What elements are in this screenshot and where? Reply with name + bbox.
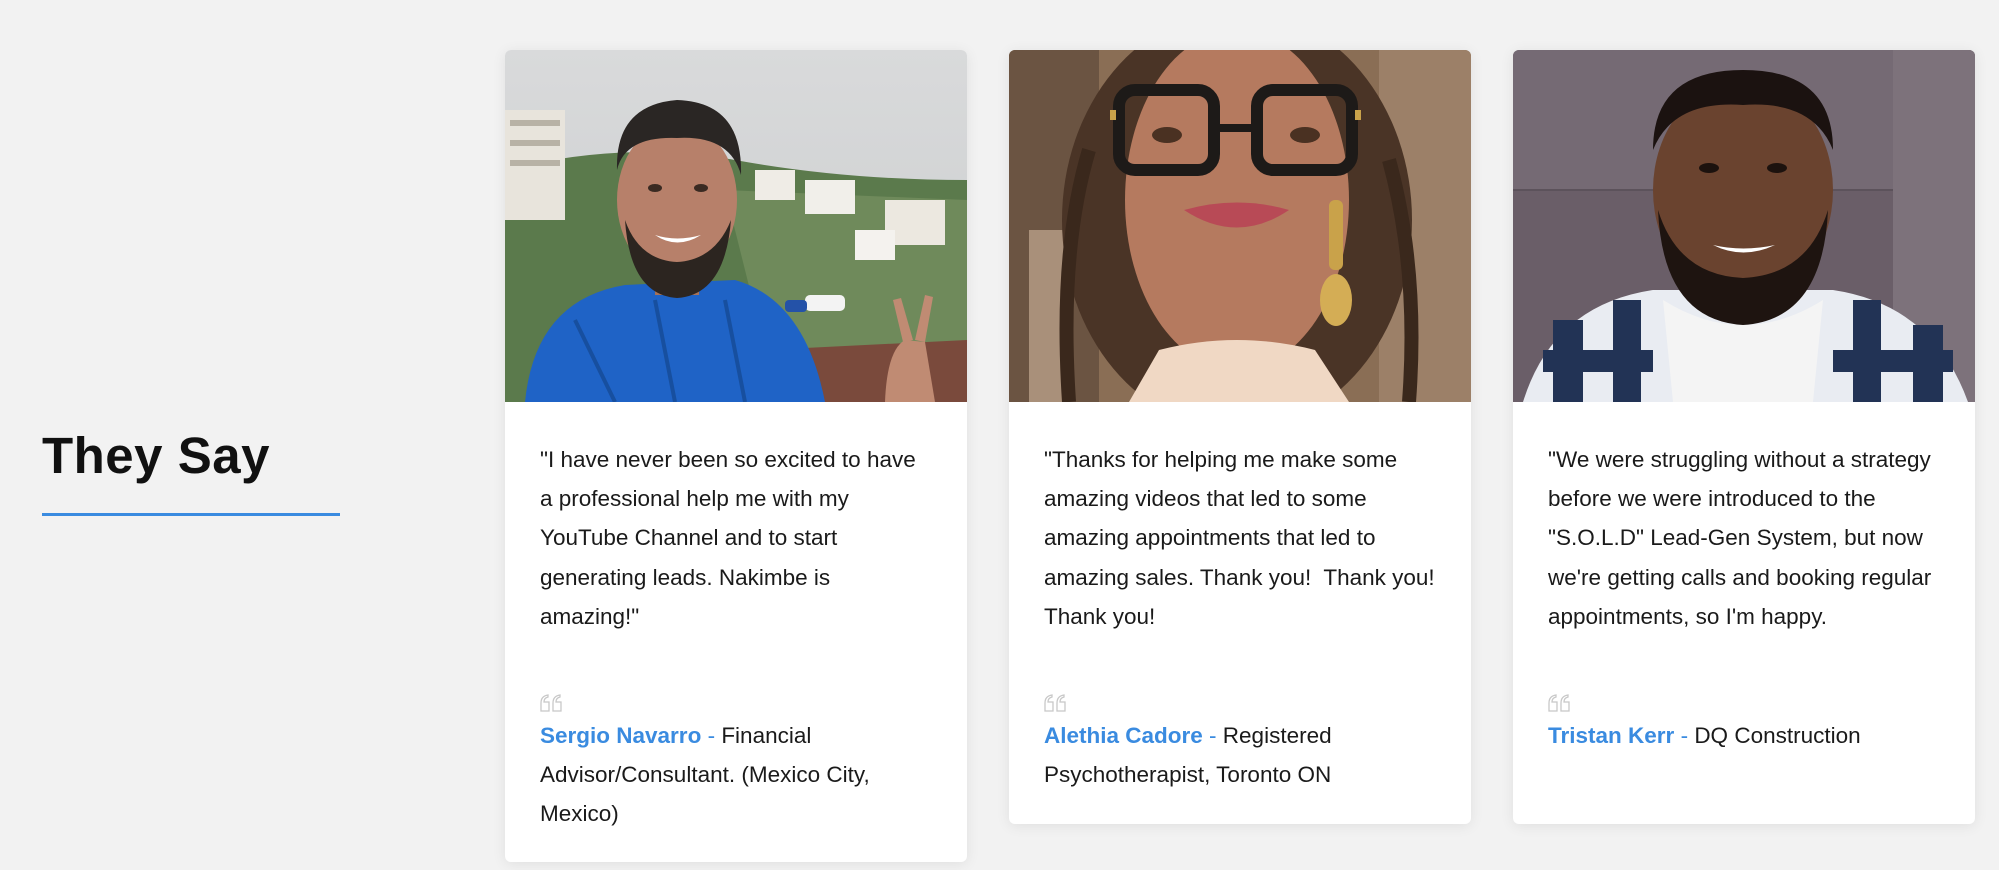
person-photo-icon — [1009, 50, 1471, 402]
testimonial-attribution: Sergio Navarro - Financial Advisor/Consu… — [540, 716, 933, 834]
testimonial-attribution: Alethia Cadore - Registered Psychotherap… — [1044, 716, 1437, 794]
quote-mark-icon — [1548, 694, 1570, 712]
attribution-separator: - — [1674, 723, 1695, 749]
testimonial-card: "Thanks for helping me make some amazing… — [1009, 50, 1471, 824]
person-photo-icon — [505, 50, 967, 402]
testimonial-quote: "Thanks for helping me make some amazing… — [1044, 447, 1441, 629]
testimonial-photo — [1513, 50, 1975, 402]
testimonials-section: They Say "I have never been so excited t… — [0, 0, 1999, 870]
testimonial-photo — [1009, 50, 1471, 402]
author-name: Tristan Kerr — [1548, 723, 1675, 749]
testimonial-quote: "We were struggling without a strategy b… — [1548, 447, 1938, 629]
testimonial-attribution: Tristan Kerr - DQ Construction — [1548, 716, 1941, 755]
author-name: Sergio Navarro — [540, 723, 702, 749]
section-title: They Say — [42, 427, 270, 484]
testimonial-card: "I have never been so excited to have a … — [505, 50, 967, 862]
testimonial-quote: "I have never been so excited to have a … — [540, 447, 922, 629]
attribution-separator: - — [701, 723, 722, 749]
quote-mark-icon — [540, 694, 562, 712]
testimonial-photo — [505, 50, 967, 402]
title-underline — [42, 513, 340, 516]
person-photo-icon — [1513, 50, 1975, 402]
testimonial-card: "We were struggling without a strategy b… — [1513, 50, 1975, 824]
attribution-separator: - — [1202, 723, 1223, 749]
author-role: DQ Construction — [1694, 723, 1861, 749]
section-heading-block: They Say — [42, 425, 342, 516]
quote-mark-icon — [1044, 694, 1066, 712]
author-name: Alethia Cadore — [1044, 723, 1203, 749]
